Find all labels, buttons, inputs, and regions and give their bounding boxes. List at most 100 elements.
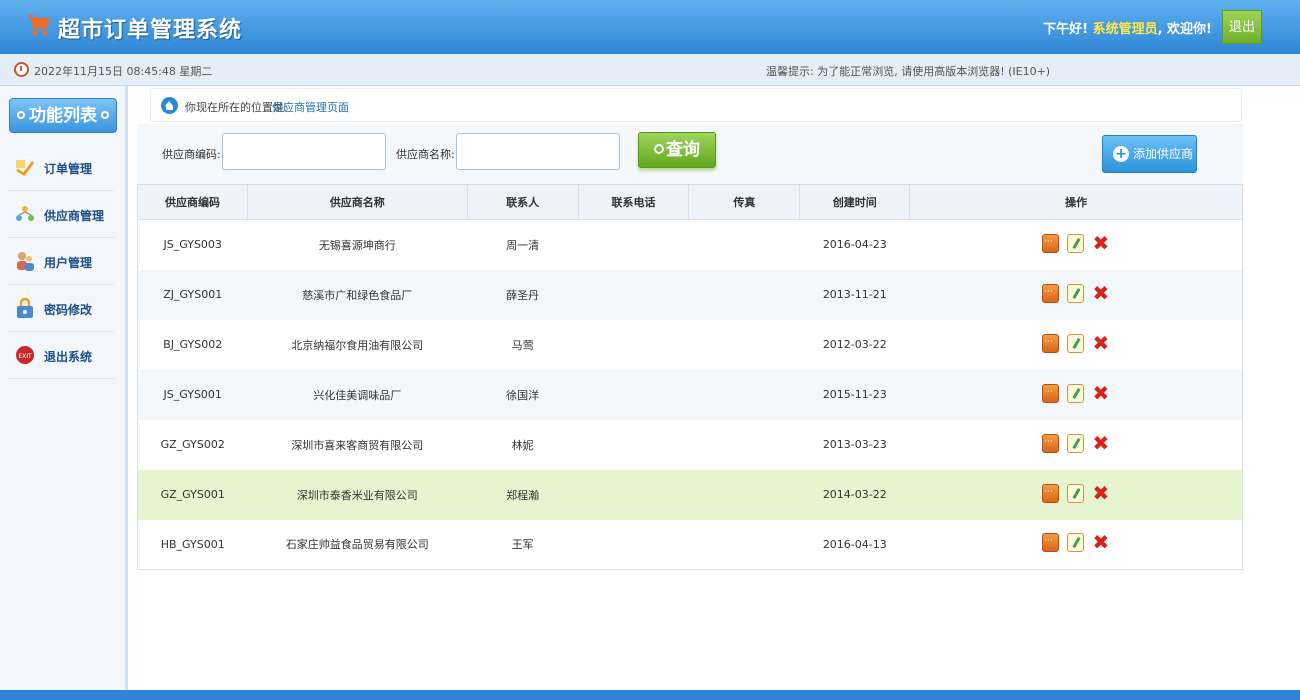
supplier-name-cell: 慈溪市广和绿色食品厂 [247,269,468,320]
created-date-cell: 2016-04-23 [799,219,910,270]
column-header: 联系人 [467,184,579,220]
supplier-code-cell: ZJ_GYS001 [137,269,248,320]
actions-cell: ✖ [909,319,1243,370]
table-row: JS_GYS003 无锡喜源坤商行 周一清 2016-04-23 ✖ [137,219,1243,270]
breadcrumb-current[interactable]: 供应商管理页面 [272,99,349,115]
actions-cell: ✖ [909,519,1243,570]
password-icon [17,297,33,318]
phone-cell [578,469,689,520]
phone-cell [578,319,689,370]
edit-icon[interactable] [1067,433,1085,453]
greeting-prefix: 下午好! [1043,22,1089,37]
app-title: 超市订单管理系统 [58,18,243,43]
users-icon [17,252,34,271]
order-icon [16,160,35,176]
column-header: 创建时间 [799,184,911,220]
delete-icon[interactable]: ✖ [1092,233,1109,253]
bullet-icon [17,111,25,119]
fax-cell [688,419,800,470]
edit-icon[interactable] [1067,233,1085,253]
created-date-cell: 2016-04-13 [799,519,910,570]
actions-cell: ✖ [909,419,1243,470]
contact-cell: 周一清 [467,219,579,270]
phone-cell [578,219,689,270]
sidebar-item-label: 退出系统 [44,350,93,364]
view-icon[interactable] [1042,533,1060,553]
created-date-cell: 2013-03-23 [799,419,910,470]
delete-icon[interactable]: ✖ [1092,532,1109,552]
view-icon[interactable] [1042,483,1060,503]
edit-icon[interactable] [1067,383,1085,403]
edit-icon[interactable] [1067,333,1085,353]
edit-icon[interactable] [1067,483,1085,503]
supplier-name-input[interactable] [456,133,620,170]
supplier-code-input[interactable] [222,133,386,170]
supplier-code-cell: BJ_GYS002 [137,319,248,370]
phone-cell [578,269,689,320]
top-header: 超市订单管理系统 下午好! 系统管理员, 欢迎你! 退出 [0,0,1300,54]
footer-bar [0,690,1300,700]
contact-cell: 马莺 [467,319,579,370]
plus-icon: + [1113,146,1129,162]
supplier-name-cell: 兴化佳美调味品厂 [247,369,468,420]
clock-icon [14,62,29,77]
sidebar-title-text: 功能列表 [29,106,97,126]
supplier-name-cell: 深圳市喜来客商贸有限公司 [247,419,468,470]
edit-icon[interactable] [1067,533,1085,553]
supplier-code-cell: GZ_GYS001 [137,469,248,520]
table-row: HB_GYS001 石家庄帅益食品贸易有限公司 王军 2016-04-13 ✖ [137,519,1243,570]
sidebar-item-label: 订单管理 [44,162,93,176]
view-icon[interactable] [1042,383,1060,403]
contact-cell: 林妮 [467,419,579,470]
sidebar-item-suppliers[interactable]: 供应商管理 [8,191,114,238]
add-supplier-label: 添加供应商 [1133,147,1194,161]
delete-icon[interactable]: ✖ [1092,383,1109,403]
current-datetime: 2022年11月15日 08:45:48 星期二 [34,65,213,78]
sidebar-item-users[interactable]: 用户管理 [8,238,114,285]
table-row: JS_GYS001 兴化佳美调味品厂 徐国洋 2015-11-23 ✖ [137,369,1243,420]
actions-cell: ✖ [909,469,1243,520]
created-date-cell: 2012-03-22 [799,319,910,370]
created-date-cell: 2015-11-23 [799,369,910,420]
query-button-label: 查询 [666,140,700,160]
delete-icon[interactable]: ✖ [1092,283,1109,303]
view-icon[interactable] [1042,333,1060,353]
phone-cell [578,519,689,570]
contact-cell: 徐国洋 [467,369,579,420]
fax-cell [688,219,800,270]
sidebar-item-orders[interactable]: 订单管理 [8,144,114,191]
actions-cell: ✖ [909,369,1243,420]
supplier-code-cell: JS_GYS003 [137,219,248,270]
view-icon[interactable] [1042,233,1060,253]
svg-text:EXIT: EXIT [18,353,32,360]
view-icon[interactable] [1042,433,1060,453]
table-row: BJ_GYS002 北京纳福尔食用油有限公司 马莺 2012-03-22 ✖ [137,319,1243,370]
column-header: 供应商编码 [137,184,248,220]
supplier-name-label: 供应商名称: [396,148,455,161]
add-supplier-button[interactable]: + 添加供应商 [1102,135,1197,173]
query-button[interactable]: 查询 [638,132,716,168]
logout-button[interactable]: 退出 [1222,10,1262,44]
supplier-table: 供应商编码 供应商名称 联系人 联系电话 传真 创建时间 操作 JS_GYS00… [137,184,1243,570]
contact-cell: 郑程瀚 [467,469,579,520]
delete-icon[interactable]: ✖ [1092,483,1109,503]
supplier-name-cell: 石家庄帅益食品贸易有限公司 [247,519,468,570]
supplier-name-cell: 北京纳福尔食用油有限公司 [247,319,468,370]
column-header: 联系电话 [578,184,690,220]
column-header: 传真 [688,184,801,220]
phone-cell [578,419,689,470]
edit-icon[interactable] [1067,283,1085,303]
shopping-cart-icon [28,14,50,36]
sidebar-item-password[interactable]: 密码修改 [8,285,114,332]
supplier-icon [16,206,34,221]
sidebar: 功能列表 订单管理 供应商管理 用户管理 密码修改 EXIT 退出系统 [0,86,128,690]
bullet-icon [101,111,109,119]
sidebar-item-exit[interactable]: EXIT 退出系统 [8,332,114,379]
delete-icon[interactable]: ✖ [1092,433,1109,453]
sidebar-title: 功能列表 [9,98,117,133]
greeting: 下午好! 系统管理员, 欢迎你! [1043,18,1212,37]
sidebar-menu: 订单管理 供应商管理 用户管理 密码修改 EXIT 退出系统 [8,144,114,379]
view-icon[interactable] [1042,283,1060,303]
created-date-cell: 2014-03-22 [799,469,910,520]
delete-icon[interactable]: ✖ [1092,333,1109,353]
